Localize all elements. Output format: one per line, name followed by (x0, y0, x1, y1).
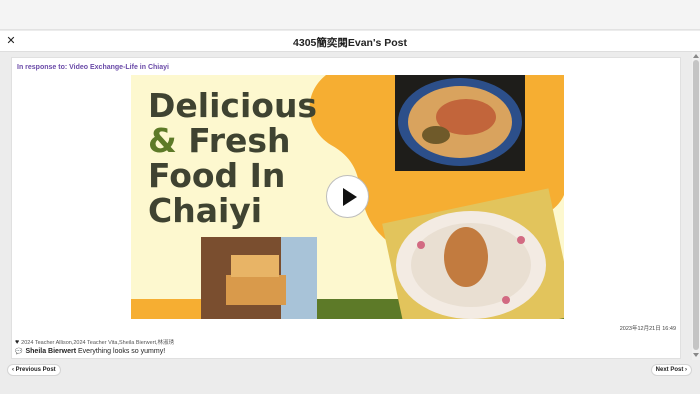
response-link[interactable]: In response to: Video Exchange-Life in C… (17, 64, 169, 71)
comment-text: Everything looks so yummy! (76, 348, 166, 355)
video-thumbnail[interactable]: Delicious & Fresh Food In Chaiyi (131, 75, 564, 319)
scroll-up-arrow-icon[interactable] (693, 54, 699, 58)
likes-row: ♥ 2024 Teacher Allison,2024 Teacher Vita,… (15, 338, 174, 346)
next-post-button[interactable]: Next Post › (650, 364, 692, 376)
plate-flower (417, 241, 425, 249)
post-timestamp: 2023年12月21日 16:49 (619, 326, 676, 332)
likes-names: 2024 Teacher Allison,2024 Teacher Vita,S… (21, 340, 175, 346)
play-icon[interactable] (326, 175, 369, 218)
scroll-down-arrow-icon[interactable] (693, 353, 699, 357)
title-ampersand: & (148, 121, 177, 160)
post-viewer: ✕ 4305簡奕閱Evan's Post In response to: Vid… (0, 0, 700, 394)
chicken-rice (444, 227, 488, 287)
title-line-1: Delicious (148, 86, 318, 125)
pastry-top (231, 255, 279, 277)
plate-flower (517, 236, 525, 244)
dish-meat (422, 126, 450, 144)
previous-post-button[interactable]: ‹ Previous Post (7, 364, 61, 376)
orange-band (131, 299, 201, 319)
thumbnail-title: Delicious & Fresh Food In Chaiyi (148, 88, 317, 228)
title-line-3: Food In (148, 156, 286, 195)
top-strip (0, 0, 700, 30)
scrollbar[interactable] (692, 52, 700, 360)
scroll-thumb[interactable] (693, 60, 699, 350)
comment-author[interactable]: Sheila Bierwert (25, 348, 76, 355)
pastry-stack (226, 275, 286, 305)
comment-icon: 💬 (15, 349, 23, 355)
photo-pastry-cup (281, 237, 317, 319)
heart-icon[interactable]: ♥ (15, 339, 19, 346)
post-content-panel: In response to: Video Exchange-Life in C… (11, 57, 681, 359)
post-header: ✕ 4305簡奕閱Evan's Post (0, 31, 700, 52)
page-title: 4305簡奕閱Evan's Post (293, 37, 407, 49)
plate-flower (502, 296, 510, 304)
comment-row: 💬 Sheila Bierwert Everything looks so yum… (15, 348, 165, 355)
title-line-2: & Fresh (148, 123, 317, 158)
title-line-2-rest: Fresh (176, 121, 291, 160)
title-line-4: Chaiyi (148, 191, 263, 230)
post-navigation: ‹ Previous Post Next Post › (0, 360, 700, 394)
